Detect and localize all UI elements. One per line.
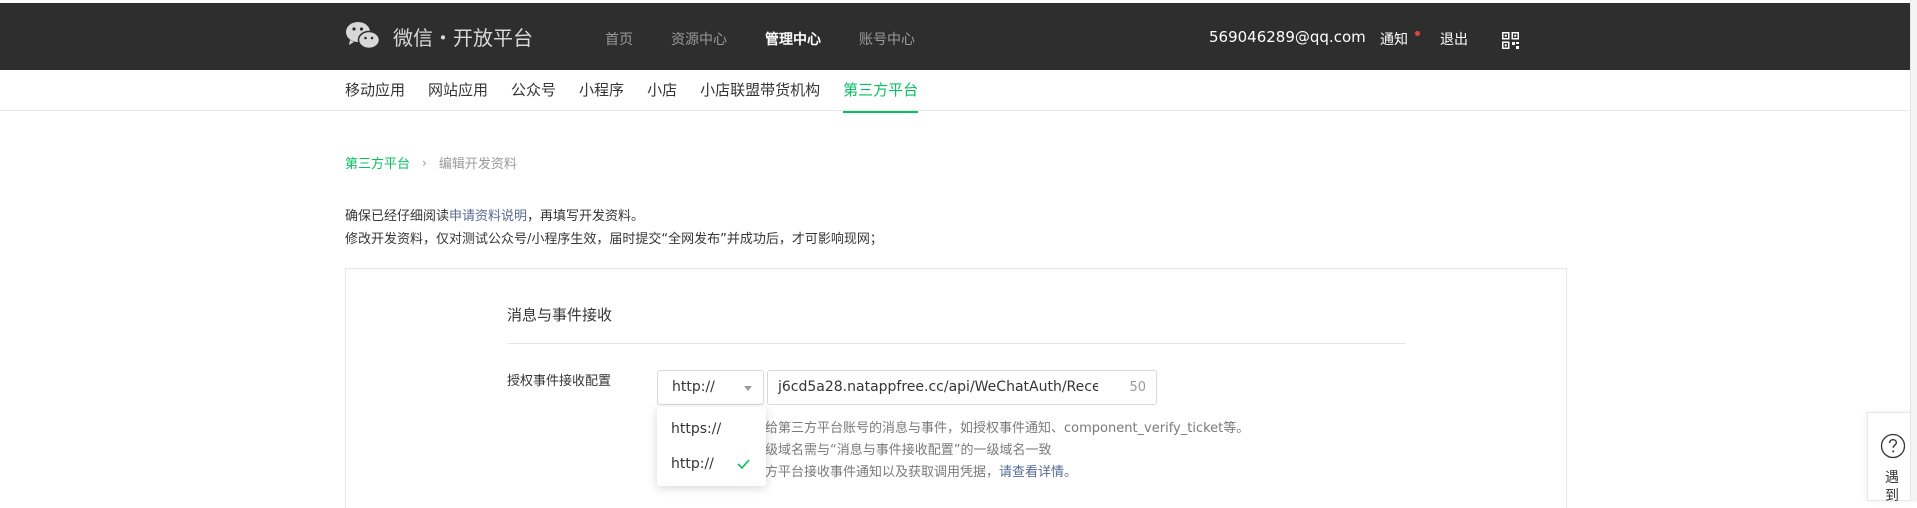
top-nav: 首页 资源中心 管理中心 账号中心 xyxy=(605,29,953,49)
help-widget-label: 遇到 xyxy=(1885,470,1899,504)
account-email[interactable]: 569046289@qq.com xyxy=(1209,28,1366,46)
help-line-3-text: 方平台接收事件通知以及获取调用凭据， xyxy=(765,465,1000,480)
help-line-3: 方平台接收事件通知以及获取调用凭据，请查看详情。 xyxy=(765,462,1249,484)
tab-shop-alliance[interactable]: 小店联盟带货机构 xyxy=(700,79,820,113)
check-icon xyxy=(737,459,750,469)
tips-text-end: ，再填写开发资料。 xyxy=(527,209,645,224)
qr-code-icon[interactable] xyxy=(1502,32,1519,49)
tab-official-accounts[interactable]: 公众号 xyxy=(511,79,556,113)
application-guide-link[interactable]: 申请资料说明 xyxy=(449,209,527,224)
help-line-2: 级域名需与“消息与事件接收配置”的一级域名一致 xyxy=(765,443,1052,458)
tab-third-party-platform[interactable]: 第三方平台 xyxy=(843,79,919,113)
field-help-text: 给第三方平台账号的消息与事件，如授权事件通知、component_verify_… xyxy=(765,418,1249,484)
brand-logo[interactable]: 微信・开放平台 xyxy=(345,21,533,51)
top-nav-account-center[interactable]: 账号中心 xyxy=(859,29,915,49)
category-nav: 移动应用 网站应用 公众号 小程序 小店 小店联盟带货机构 第三方平台 xyxy=(0,70,1917,113)
logout-link[interactable]: 退出 xyxy=(1440,29,1468,49)
breadcrumb-parent[interactable]: 第三方平台 xyxy=(345,153,410,172)
brand-name: 微信・开放平台 xyxy=(393,25,533,50)
view-details-link[interactable]: 请查看详情。 xyxy=(999,465,1077,480)
caret-down-icon xyxy=(744,386,752,391)
tips-line-2: 修改开发资料，仅对测试公众号/小程序生效，届时提交“全网发布”并成功后，才可影响… xyxy=(345,232,883,247)
help-line-1: 给第三方平台账号的消息与事件，如授权事件通知、component_verify_… xyxy=(765,421,1250,436)
breadcrumb: 第三方平台 › 编辑开发资料 xyxy=(345,153,517,173)
tips-text: 确保已经仔细阅读 xyxy=(345,209,450,224)
protocol-select-value: http:// xyxy=(672,379,715,395)
auth-event-url-input[interactable]: j6cd5a28.natappfree.cc/api/WeChatAuth/Re… xyxy=(767,370,1157,405)
page-tips: 确保已经仔细阅读申请资料说明，再填写开发资料。 修改开发资料，仅对测试公众号/小… xyxy=(345,205,883,251)
top-nav-home[interactable]: 首页 xyxy=(605,29,633,49)
protocol-option-label: http:// xyxy=(671,456,714,472)
auth-event-url-value: j6cd5a28.natappfree.cc/api/WeChatAuth/Re… xyxy=(778,379,1098,395)
protocol-option-https[interactable]: https:// xyxy=(657,413,766,447)
notice-unread-dot xyxy=(1415,31,1420,36)
page-scrollbar[interactable] xyxy=(1910,0,1917,501)
top-header: 微信・开放平台 首页 资源中心 管理中心 账号中心 569046289@qq.c… xyxy=(0,0,1917,70)
protocol-option-http[interactable]: http:// xyxy=(657,448,766,482)
top-nav-management[interactable]: 管理中心 xyxy=(765,29,821,49)
top-nav-resources[interactable]: 资源中心 xyxy=(671,29,727,49)
protocol-select[interactable]: http:// xyxy=(657,370,764,405)
tab-mini-programs[interactable]: 小程序 xyxy=(579,79,624,113)
auth-event-field-label: 授权事件接收配置 xyxy=(507,374,612,389)
section-title: 消息与事件接收 xyxy=(507,306,613,324)
tab-website-apps[interactable]: 网站应用 xyxy=(428,79,488,113)
protocol-dropdown-menu: https:// http:// xyxy=(657,407,766,486)
tab-shop[interactable]: 小店 xyxy=(647,79,677,113)
breadcrumb-current: 编辑开发资料 xyxy=(438,157,517,172)
wechat-logo-icon xyxy=(346,22,381,50)
url-char-count: 50 xyxy=(1129,380,1146,395)
tab-mobile-apps[interactable]: 移动应用 xyxy=(345,79,405,113)
tips-line-1: 确保已经仔细阅读申请资料说明，再填写开发资料。 xyxy=(345,205,883,228)
section-divider xyxy=(507,343,1406,344)
protocol-option-label: https:// xyxy=(671,421,722,437)
question-circle-icon xyxy=(1880,433,1906,459)
breadcrumb-separator: › xyxy=(422,155,427,170)
notice-link[interactable]: 通知 xyxy=(1380,29,1408,49)
